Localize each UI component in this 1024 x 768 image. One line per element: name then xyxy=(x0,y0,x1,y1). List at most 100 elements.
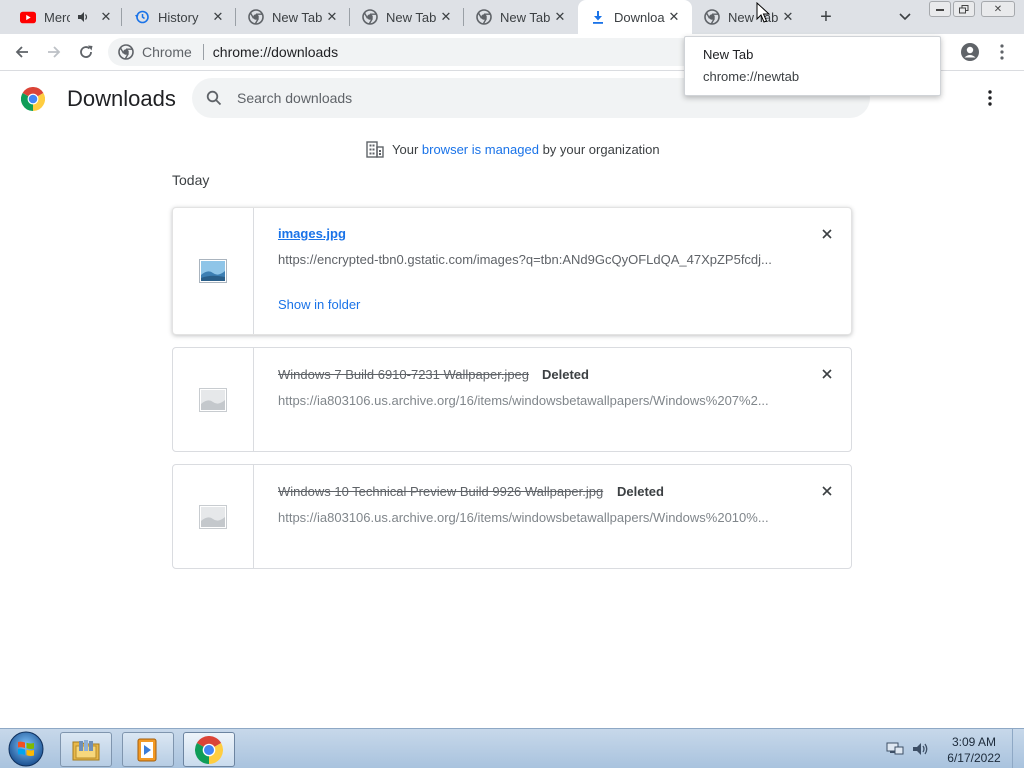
source-url[interactable]: https://encrypted-tbn0.gstatic.com/image… xyxy=(278,252,778,267)
close-icon[interactable]: ✕ xyxy=(666,9,682,25)
status-label: Deleted xyxy=(542,367,589,382)
show-in-folder-link[interactable]: Show in folder xyxy=(278,297,360,312)
media-player-icon xyxy=(137,738,157,761)
network-icon[interactable] xyxy=(886,741,904,757)
image-file-icon xyxy=(199,259,227,283)
omnibox-divider xyxy=(202,44,204,60)
chevron-down-icon xyxy=(899,13,911,21)
chip-label: Chrome xyxy=(142,44,192,60)
chrome-icon xyxy=(476,9,492,25)
remove-button[interactable] xyxy=(817,364,837,384)
tab-strip: Merc ✕ History ✕ New Tab ✕ New Tab ✕ New… xyxy=(0,0,1024,34)
file-name: Windows 7 Build 6910-7231 Wallpaper.jpeg xyxy=(278,367,530,382)
close-icon[interactable]: ✕ xyxy=(324,9,340,25)
chrome-icon xyxy=(118,44,134,60)
mouse-cursor-icon xyxy=(756,2,770,23)
download-item: images.jpg https://encrypted-tbn0.gstati… xyxy=(172,207,852,335)
search-icon xyxy=(204,88,224,108)
close-icon[interactable]: ✕ xyxy=(438,9,454,25)
restore-button[interactable] xyxy=(953,1,975,17)
source-url[interactable]: https://ia803106.us.archive.org/16/items… xyxy=(278,510,778,525)
new-tab-button[interactable]: + xyxy=(814,5,838,29)
close-icon xyxy=(822,486,832,496)
forward-arrow-icon xyxy=(48,46,61,58)
image-file-icon xyxy=(199,504,227,529)
back-button[interactable] xyxy=(8,38,36,66)
minimize-button[interactable] xyxy=(929,1,951,17)
volume-icon[interactable] xyxy=(912,741,930,757)
taskbar: 3:09 AM 6/17/2022 xyxy=(0,728,1024,768)
download-item: Windows 7 Build 6910-7231 Wallpaper.jpeg… xyxy=(172,347,852,452)
chrome-logo-icon xyxy=(21,87,45,111)
tab-new-tab[interactable]: New Tab ✕ xyxy=(464,0,578,34)
file-thumbnail xyxy=(173,348,254,451)
kebab-menu-icon xyxy=(988,90,992,106)
tab-new-tab[interactable]: New Tab ✕ xyxy=(236,0,350,34)
tab-downloads[interactable]: Downloa ✕ xyxy=(578,0,692,34)
tab-history[interactable]: History ✕ xyxy=(122,0,236,34)
close-icon: ✕ xyxy=(993,3,1003,15)
managed-link[interactable]: browser is managed xyxy=(422,142,539,157)
clock-time: 3:09 AM xyxy=(951,735,997,749)
tab-title: Downloa xyxy=(614,9,665,25)
tab-new-tab-hovered[interactable]: New Tab ✕ xyxy=(692,0,806,34)
restore-icon xyxy=(959,4,969,13)
file-explorer-icon xyxy=(72,739,100,760)
managed-text-prefix: Your xyxy=(392,141,422,157)
tab-new-tab[interactable]: New Tab ✕ xyxy=(350,0,464,34)
tab-title: Merc xyxy=(44,9,70,25)
reload-button[interactable] xyxy=(72,38,100,66)
forward-button[interactable] xyxy=(40,38,68,66)
managed-notice: Your browser is managed by your organiza… xyxy=(366,140,660,158)
close-icon[interactable]: ✕ xyxy=(210,9,226,25)
file-name-link[interactable]: images.jpg xyxy=(278,226,346,241)
tab-search-button[interactable] xyxy=(893,5,917,29)
remove-button[interactable] xyxy=(817,481,837,501)
chrome-icon xyxy=(248,9,264,25)
url-text: chrome://downloads xyxy=(212,44,339,60)
taskbar-media-player[interactable] xyxy=(122,732,174,767)
tab-youtube[interactable]: Merc ✕ xyxy=(0,0,122,34)
tab-title: New Tab xyxy=(728,9,779,25)
tab-title: New Tab xyxy=(500,9,551,25)
chrome-icon xyxy=(362,9,378,25)
profile-button[interactable] xyxy=(956,38,984,66)
chrome-icon xyxy=(195,735,223,764)
image-file-icon xyxy=(199,387,227,412)
speaker-icon[interactable] xyxy=(76,10,90,24)
minimize-icon xyxy=(936,9,944,11)
file-thumbnail xyxy=(173,465,254,568)
close-icon[interactable]: ✕ xyxy=(98,9,114,25)
download-item: Windows 10 Technical Preview Build 9926 … xyxy=(172,464,852,569)
kebab-menu-icon xyxy=(1000,44,1004,60)
back-arrow-icon xyxy=(15,46,28,58)
chrome-menu-button[interactable] xyxy=(990,38,1014,66)
start-button[interactable] xyxy=(6,730,46,768)
site-info-chip[interactable]: Chrome xyxy=(118,44,192,60)
tab-title: History xyxy=(158,9,199,25)
clock-date: 6/17/2022 xyxy=(947,751,1001,765)
show-desktop-button[interactable] xyxy=(1012,729,1024,768)
window-close-button[interactable]: ✕ xyxy=(981,1,1015,17)
tab-title: New Tab xyxy=(272,9,323,25)
file-thumbnail xyxy=(173,208,254,334)
close-icon xyxy=(822,369,832,379)
system-tray xyxy=(886,729,930,768)
tab-hover-card: New Tab chrome://newtab xyxy=(684,36,941,96)
avatar-icon xyxy=(961,43,979,61)
system-clock[interactable]: 3:09 AM 6/17/2022 xyxy=(944,734,1004,766)
youtube-icon xyxy=(20,9,36,25)
source-url[interactable]: https://ia803106.us.archive.org/16/items… xyxy=(278,393,778,408)
reload-icon xyxy=(80,45,93,58)
taskbar-chrome[interactable] xyxy=(183,732,235,767)
status-label: Deleted xyxy=(617,484,664,499)
downloads-menu-button[interactable] xyxy=(978,86,1002,110)
remove-button[interactable] xyxy=(817,224,837,244)
close-icon[interactable]: ✕ xyxy=(552,9,568,25)
taskbar-file-explorer[interactable] xyxy=(60,732,112,767)
page-title: Downloads xyxy=(67,86,176,111)
close-icon[interactable]: ✕ xyxy=(780,9,796,25)
chrome-icon xyxy=(704,9,720,25)
date-header: Today xyxy=(172,172,210,188)
close-icon xyxy=(822,229,832,239)
